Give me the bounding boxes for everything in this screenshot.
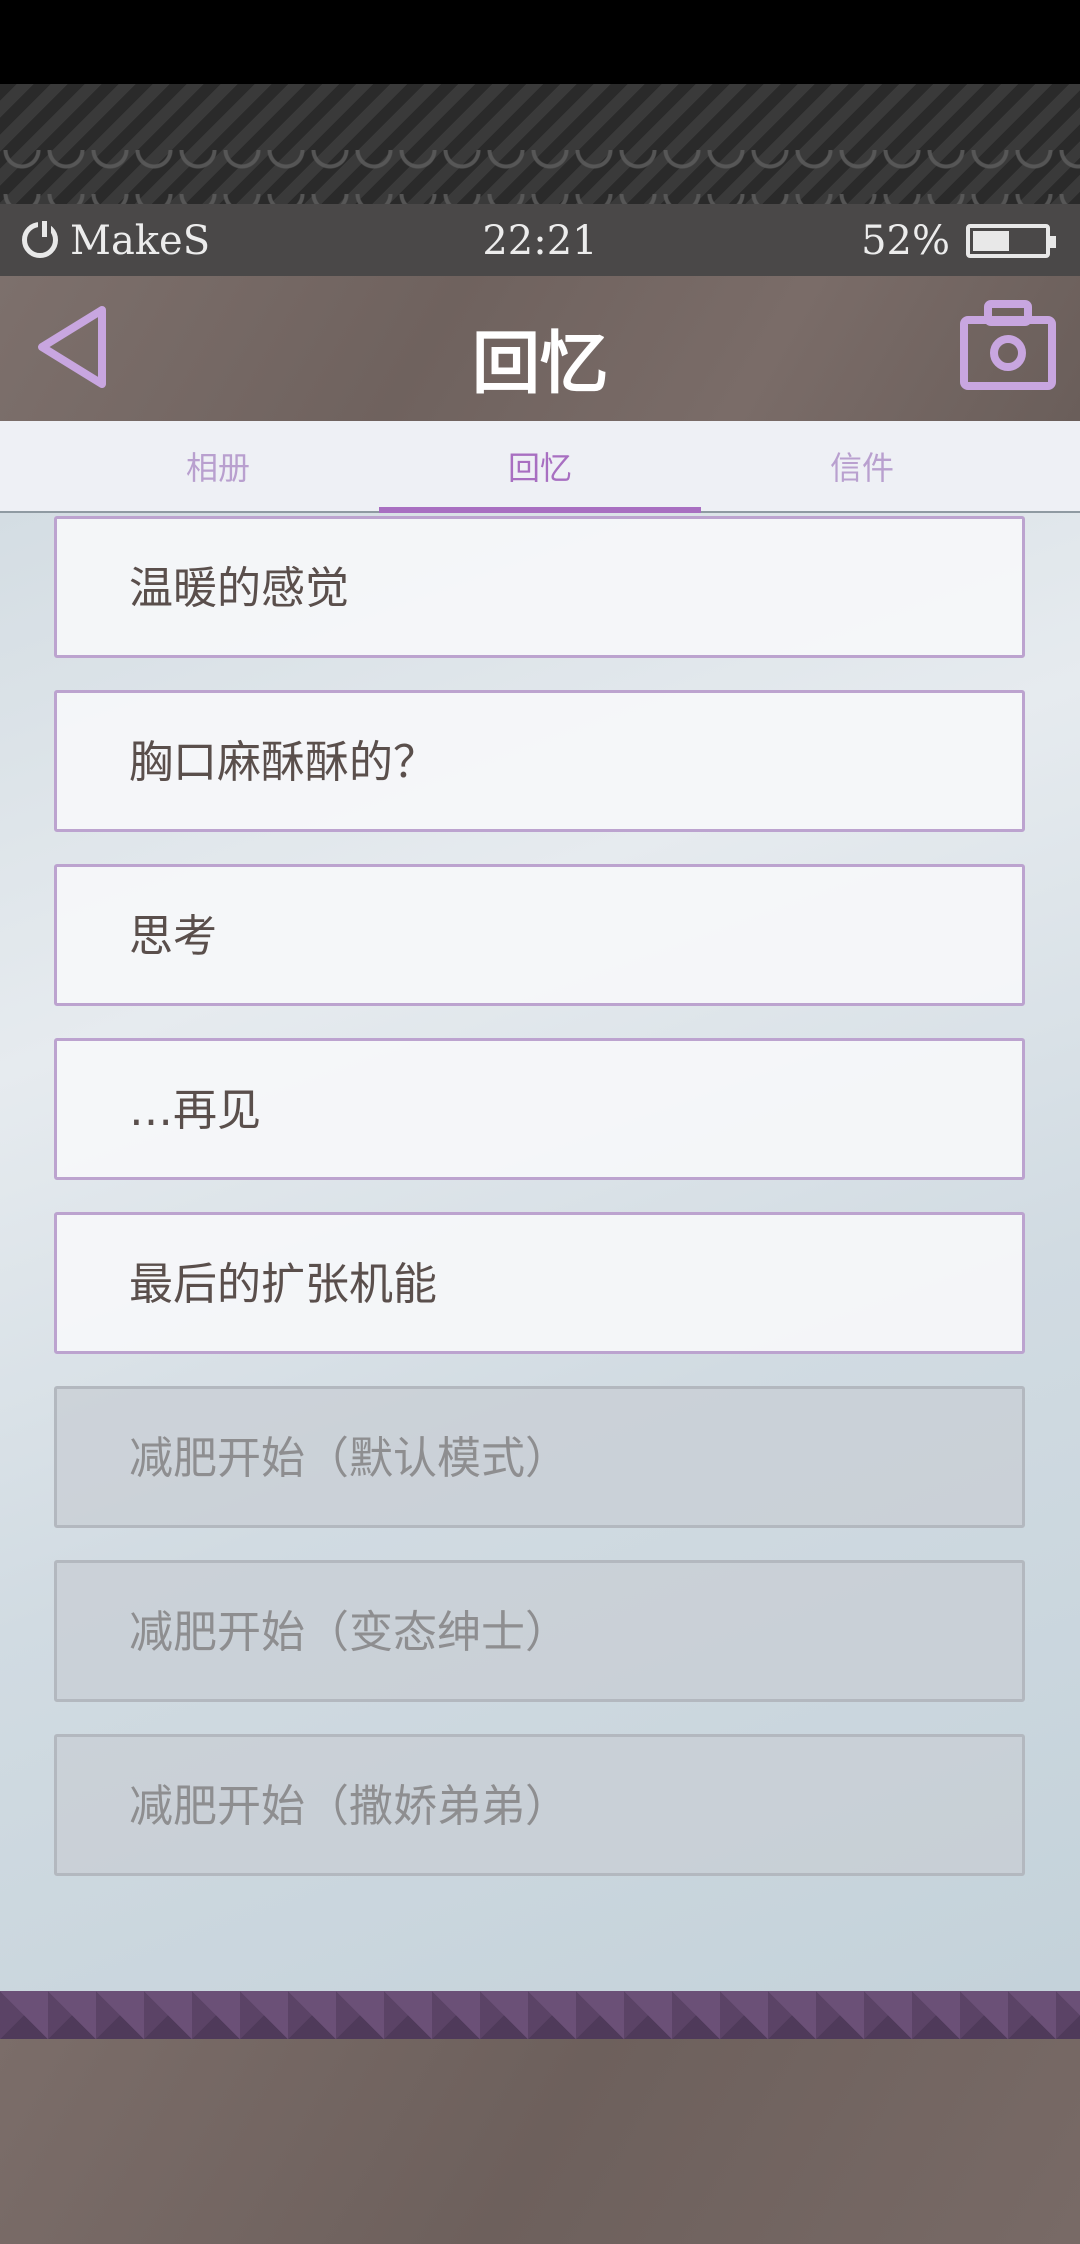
memory-item-locked[interactable]: 减肥开始（撒娇弟弟）	[54, 1734, 1025, 1876]
status-bar: MakeS 22:21 52%	[0, 204, 1080, 276]
bottom-pattern-band	[0, 1991, 1080, 2039]
tab-album[interactable]: 相册	[57, 421, 379, 513]
top-bezel	[0, 0, 1080, 84]
memory-item-label: 最后的扩张机能	[129, 1259, 437, 1310]
camera-button[interactable]	[958, 298, 1058, 394]
camera-icon	[960, 300, 1056, 390]
bottom-background	[0, 2039, 1080, 2244]
memory-item[interactable]: 最后的扩张机能	[54, 1212, 1025, 1354]
memory-item-label: 思考	[129, 911, 217, 962]
tab-letters[interactable]: 信件	[701, 421, 1023, 513]
header-bar: 回忆	[0, 276, 1080, 421]
memory-item-label: 胸口麻酥酥的？	[129, 737, 437, 788]
memory-item-label: 减肥开始（默认模式）	[129, 1433, 569, 1484]
memory-item-label: 减肥开始（撒娇弟弟）	[129, 1781, 569, 1832]
memory-item-locked[interactable]: 减肥开始（默认模式）	[54, 1386, 1025, 1528]
tab-bar: 相册 回忆 信件	[0, 421, 1080, 515]
memory-item[interactable]: 思考	[54, 864, 1025, 1006]
tab-memories[interactable]: 回忆	[379, 421, 701, 513]
battery-level	[973, 231, 1009, 251]
memory-item-label: 温暖的感觉	[129, 563, 349, 614]
lace-scallop-decoration	[0, 150, 1080, 204]
battery-icon	[966, 224, 1056, 258]
memory-item[interactable]: 胸口麻酥酥的？	[54, 690, 1025, 832]
memory-item-label: …再见	[129, 1085, 261, 1136]
memory-item[interactable]: 温暖的感觉	[54, 516, 1025, 658]
memory-item-label: 减肥开始（变态绅士）	[129, 1607, 569, 1658]
memory-item-locked[interactable]: 减肥开始（变态绅士）	[54, 1560, 1025, 1702]
memory-item[interactable]: …再见	[54, 1038, 1025, 1180]
battery-percent: 52%	[861, 218, 950, 264]
page-title: 回忆	[471, 325, 608, 404]
memory-list: 温暖的感觉 胸口麻酥酥的？ 思考 …再见 最后的扩张机能 减肥开始（默认模式） …	[0, 513, 1080, 1991]
